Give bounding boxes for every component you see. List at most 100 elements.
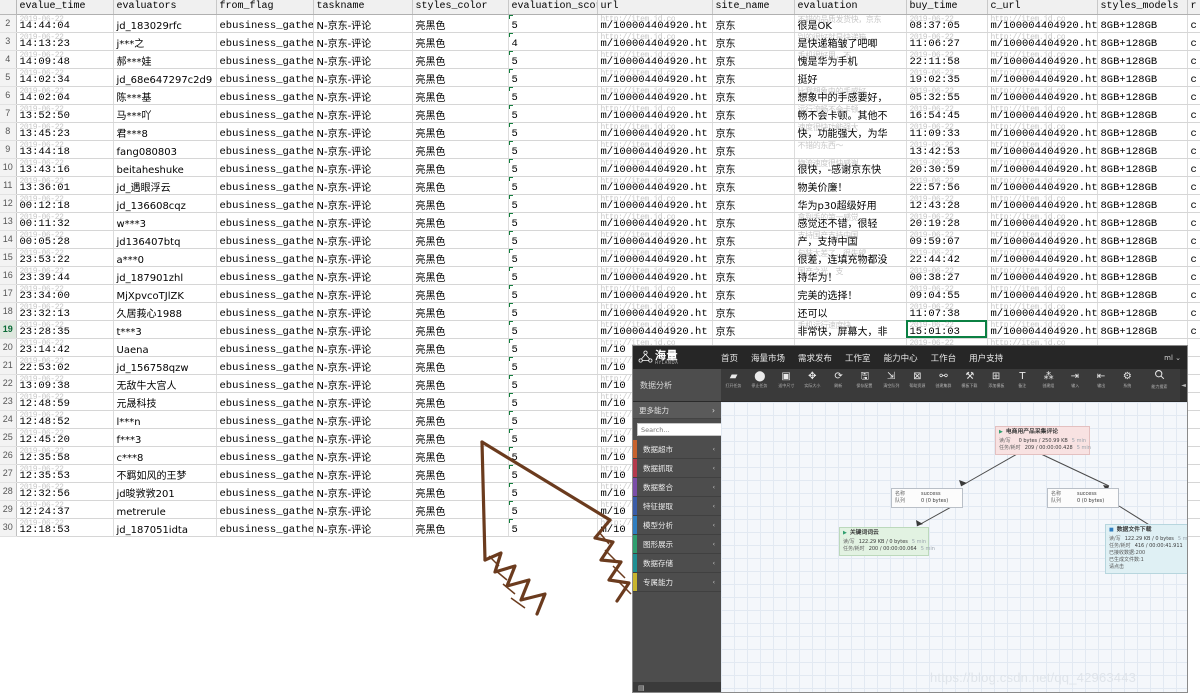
- table-row[interactable]: 3 2019-06-22 14:13:23 j***之 ebusiness_gather…: [0, 32, 1200, 51]
- cell-styles_color[interactable]: 亮黑色: [412, 518, 509, 537]
- cell-evaluation_scores[interactable]: 5: [508, 302, 598, 321]
- cell-from_flag[interactable]: ebusiness_gather: [216, 104, 314, 123]
- cell-evalue_time[interactable]: 2019-06-22 14:09:48: [16, 50, 114, 69]
- cell-r[interactable]: [1187, 428, 1200, 447]
- column-header-evaluators[interactable]: evaluators: [113, 0, 217, 15]
- cell-buy_time[interactable]: 2019-06-22 05:32:55: [906, 86, 988, 105]
- cell-from_flag[interactable]: ebusiness_gather: [216, 140, 314, 159]
- cell-evalue_time[interactable]: 2019-06-22 00:05:28: [16, 230, 114, 249]
- cell-evaluation_scores[interactable]: 5: [508, 266, 598, 285]
- cell-evalue_time[interactable]: 2019-06-22 12:18:53: [16, 518, 114, 537]
- table-row[interactable]: 18 2019-06-22 23:32:13 久居莪心1988 ebusiness_ga…: [0, 302, 1200, 321]
- cell-r[interactable]: [1187, 392, 1200, 411]
- sidebar-item-4[interactable]: 模型分析 ‹: [633, 516, 721, 535]
- cell-site_name[interactable]: 京东: [712, 320, 795, 339]
- toolbar-button-folder[interactable]: ▰ 打开任务: [721, 371, 746, 389]
- cell-c_url[interactable]: http://item.jd.co m/100004404920.ht: [987, 266, 1098, 285]
- table-row[interactable]: 12 2019-06-22 00:12:18 jd_136608cqz ebusines…: [0, 194, 1200, 213]
- cell-c_url[interactable]: http://item.jd.co m/100004404920.ht: [987, 50, 1098, 69]
- cell-from_flag[interactable]: ebusiness_gather: [216, 518, 314, 537]
- nav-user-menu[interactable]: ml ⌄: [1164, 354, 1181, 362]
- cell-evaluation[interactable]: 拿到手的第一感觉 感觉还不错，很轻: [794, 212, 907, 231]
- app-logo[interactable]: 海量 HYLANDA: [633, 350, 721, 365]
- cell-evalue_time[interactable]: 2019-06-22 22:53:02: [16, 356, 114, 375]
- row-header[interactable]: 5: [0, 68, 17, 87]
- cell-evaluation[interactable]: 手机很好用，不 愧是华为手机: [794, 50, 907, 69]
- row-header[interactable]: 16: [0, 266, 17, 285]
- cell-evaluation_scores[interactable]: 5: [508, 338, 598, 357]
- cell-site_name[interactable]: 京东: [712, 14, 795, 33]
- cell-url[interactable]: http://item.jd.co m/100004404920.ht: [597, 140, 713, 159]
- sidebar-item-list[interactable]: 数据超市 ‹ 数据抓取 ‹ 数据整合 ‹ 特征提取 ‹ 模型分析 ‹ 图形展示 ‹ 数据存储 ‹ 专属能力 ‹: [633, 440, 721, 592]
- cell-styles_models[interactable]: 8GB+128GB: [1097, 212, 1188, 231]
- row-header[interactable]: 26: [0, 446, 17, 465]
- cell-styles_color[interactable]: 亮黑色: [412, 122, 509, 141]
- toolbar-button-create-cluster[interactable]: ⚯ 创建集群: [931, 371, 956, 389]
- cell-styles_models[interactable]: 8GB+128GB: [1097, 230, 1188, 249]
- cell-evaluation_scores[interactable]: 5: [508, 428, 598, 447]
- cell-evaluators[interactable]: a***0: [113, 248, 217, 267]
- cell-styles_models[interactable]: 8GB+128GB: [1097, 50, 1188, 69]
- cell-evaluators[interactable]: jd_187901zhl: [113, 266, 217, 285]
- select-all-corner[interactable]: [0, 0, 17, 15]
- cell-buy_time[interactable]: 2019-06-22 00:38:27: [906, 266, 988, 285]
- cell-site_name[interactable]: 京东: [712, 248, 795, 267]
- cell-r[interactable]: c: [1187, 302, 1200, 321]
- cell-url[interactable]: http://item.jd.co m/100004404920.ht: [597, 266, 713, 285]
- cell-buy_time[interactable]: 2019-06-22 16:54:45: [906, 104, 988, 123]
- cell-url[interactable]: http://item.jd.co m/100004404920.ht: [597, 320, 713, 339]
- row-header[interactable]: 6: [0, 86, 17, 105]
- column-header-evalue_time[interactable]: evalue_time: [16, 0, 114, 15]
- cell-buy_time[interactable]: 2019-06-22 22:57:56: [906, 176, 988, 195]
- cell-buy_time[interactable]: 2019-06-22 11:07:38: [906, 302, 988, 321]
- cell-site_name[interactable]: 京东: [712, 230, 795, 249]
- cell-c_url[interactable]: http://item.jd.co m/100004404920.ht: [987, 14, 1098, 33]
- table-row[interactable]: 8 2019-06-22 13:45:23 君***8 ebusiness_gather…: [0, 122, 1200, 141]
- cell-from_flag[interactable]: ebusiness_gather: [216, 482, 314, 501]
- row-header[interactable]: 19: [0, 320, 17, 339]
- cell-r[interactable]: c: [1187, 284, 1200, 303]
- row-header[interactable]: 11: [0, 176, 17, 195]
- cell-styles_color[interactable]: 亮黑色: [412, 446, 509, 465]
- cell-evaluators[interactable]: t***3: [113, 320, 217, 339]
- table-row[interactable]: 14 2019-06-22 00:05:28 jd136407btq ebusiness…: [0, 230, 1200, 249]
- cell-site_name[interactable]: 京东: [712, 50, 795, 69]
- cell-from_flag[interactable]: ebusiness_gather: [216, 374, 314, 393]
- cell-evaluators[interactable]: 元晟科技: [113, 392, 217, 411]
- sidebar-item-3[interactable]: 特征提取 ‹: [633, 497, 721, 516]
- cell-buy_time[interactable]: 2019-06-22 08:37:05: [906, 14, 988, 33]
- cell-styles_models[interactable]: 8GB+128GB: [1097, 32, 1188, 51]
- cell-evalue_time[interactable]: 2019-06-22 23:39:44: [16, 266, 114, 285]
- cell-taskname[interactable]: N-京东-评论: [313, 500, 413, 519]
- toolbar-button-add-template[interactable]: ⊞ 添加模板: [984, 371, 1009, 389]
- row-header[interactable]: 27: [0, 464, 17, 483]
- cell-evaluators[interactable]: 郝***娃: [113, 50, 217, 69]
- cell-r[interactable]: c: [1187, 50, 1200, 69]
- cell-evaluation[interactable]: 不错的东西～: [794, 140, 907, 159]
- cell-taskname[interactable]: N-京东-评论: [313, 410, 413, 429]
- cell-evaluation_scores[interactable]: 5: [508, 68, 598, 87]
- cell-evaluation_scores[interactable]: 5: [508, 500, 598, 519]
- cell-buy_time[interactable]: 2019-06-22 12:43:28: [906, 194, 988, 213]
- cell-url[interactable]: http://item.jd.co m/100004404920.ht: [597, 248, 713, 267]
- column-header-styles_models[interactable]: styles_models: [1097, 0, 1188, 15]
- cell-taskname[interactable]: N-京东-评论: [313, 374, 413, 393]
- cell-taskname[interactable]: N-京东-评论: [313, 104, 413, 123]
- row-header[interactable]: 9: [0, 140, 17, 159]
- toolbar-button-stop[interactable]: ⬤ 停止任务: [747, 371, 772, 389]
- cell-styles_color[interactable]: 亮黑色: [412, 140, 509, 159]
- cell-evaluation_scores[interactable]: 5: [508, 374, 598, 393]
- cell-taskname[interactable]: N-京东-评论: [313, 338, 413, 357]
- cell-evalue_time[interactable]: 2019-06-22 13:36:01: [16, 176, 114, 195]
- cell-taskname[interactable]: N-京东-评论: [313, 428, 413, 447]
- cell-styles_color[interactable]: 亮黑色: [412, 302, 509, 321]
- column-header-styles_color[interactable]: styles_color: [412, 0, 509, 15]
- toolbar-button-fit-size[interactable]: ▣ 适中尺寸: [774, 371, 799, 389]
- cell-r[interactable]: c: [1187, 104, 1200, 123]
- cell-taskname[interactable]: N-京东-评论: [313, 320, 413, 339]
- cell-r[interactable]: [1187, 410, 1200, 429]
- column-header-evaluation_scores[interactable]: evaluation_scores: [508, 0, 598, 15]
- app-toolbar[interactable]: 数据分析 ▰ 打开任务 ⬤ 停止任务 ▣ 适中尺寸 ✥ 实际大小 ⟳ 刷新 🖫 保存配置 ⇲ 清空队列 ⊠ 帮…: [633, 369, 1187, 402]
- row-header[interactable]: 25: [0, 428, 17, 447]
- cell-styles_models[interactable]: 8GB+128GB: [1097, 266, 1188, 285]
